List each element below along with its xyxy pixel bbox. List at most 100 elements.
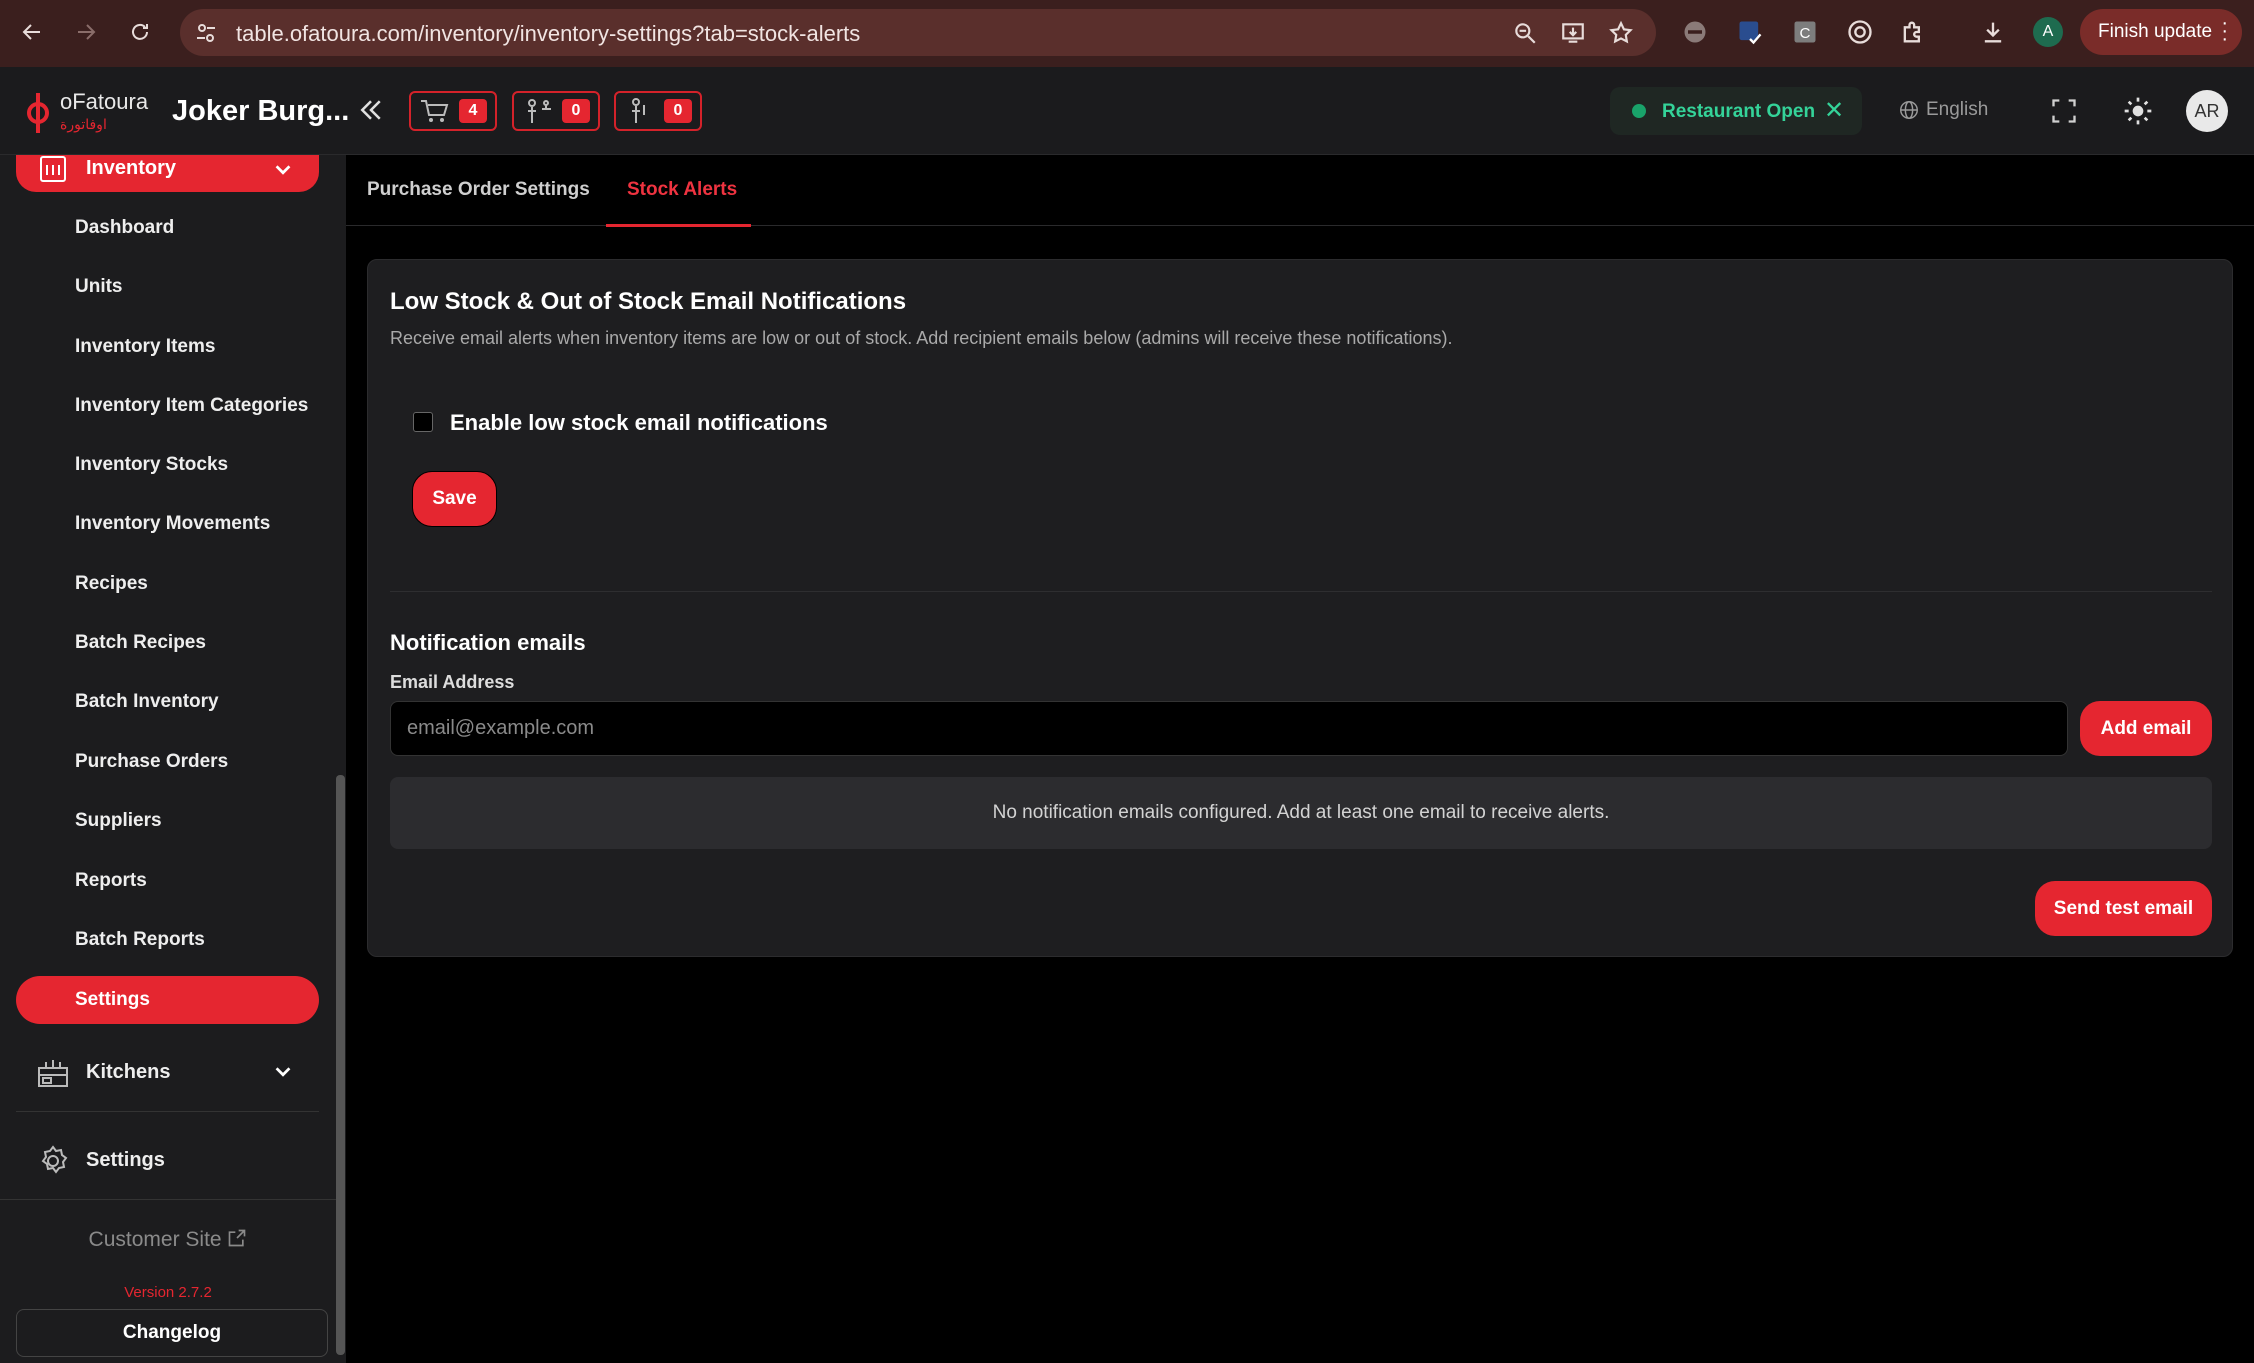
empty-emails-message: No notification emails configured. Add a… [390,777,2212,849]
address-bar[interactable]: table.ofatoura.com/inventory/inventory-s… [180,9,1656,56]
sidebar-item-inventory-movements[interactable]: Inventory Movements [75,513,270,535]
browser-chrome: table.ofatoura.com/inventory/inventory-s… [0,0,2254,67]
sidebar-group-inventory[interactable]: Inventory [16,155,319,192]
kitchen-icon [38,1060,68,1087]
sidebar-item-inventory-item-categories[interactable]: Inventory Item Categories [75,395,308,417]
language-label: English [1926,99,1989,120]
extension-blocker-icon[interactable] [1678,15,1712,49]
sidebar-item-batch-reports[interactable]: Batch Reports [75,929,205,951]
enable-notifications-label[interactable]: Enable low stock email notifications [450,410,828,436]
sidebar-item-suppliers[interactable]: Suppliers [75,810,162,832]
customer-site-label: Customer Site [88,1228,222,1251]
sidebar-item-units[interactable]: Units [75,276,123,298]
language-selector[interactable]: English [1898,99,1988,121]
cart-icon [421,100,449,122]
forward-button[interactable] [68,14,104,50]
url-text[interactable]: table.ofatoura.com/inventory/inventory-s… [236,21,860,47]
chevron-down-icon [275,165,291,175]
restaurant-status-badge[interactable]: Restaurant Open ✕ [1610,87,1862,135]
extensions-puzzle-icon[interactable] [1896,15,1930,49]
extension-c-icon[interactable]: C [1788,15,1822,49]
notification-emails-title: Notification emails [390,630,586,655]
site-settings-icon[interactable] [194,21,218,45]
waiter-icon [528,99,551,123]
calendar-icon [40,156,66,182]
sidebar-item-inventory-stocks[interactable]: Inventory Stocks [75,454,228,476]
sidebar: Inventory Dashboard Units Inventory Item… [0,155,346,1363]
orders-counter[interactable]: 4 [409,91,497,131]
downloads-icon[interactable] [1976,15,2010,49]
sidebar-group-label: Inventory [86,157,177,179]
sidebar-item-settings[interactable]: Settings [16,1136,319,1184]
globe-icon [1900,101,1918,119]
card-divider [390,591,2212,592]
send-test-email-button[interactable]: Send test email [2035,881,2212,936]
forward-arrow-icon [78,24,96,40]
app-header: oFatoura اوفاتورة Joker Burg... 4 0 0 Re… [0,67,2254,155]
status-dot [1632,104,1646,118]
status-label: Restaurant Open [1662,101,1816,122]
zoom-icon[interactable] [1512,20,1538,46]
active-tab-indicator [606,224,751,227]
version-label: Version 2.7.2 [124,1284,212,1301]
orders-count: 4 [459,99,487,123]
reload-icon [132,23,148,40]
back-arrow-icon [22,24,40,40]
svg-text:C: C [1800,25,1811,42]
enable-notifications-checkbox[interactable] [413,412,433,432]
bill-requests-counter[interactable]: 0 [614,91,702,131]
browser-profile-avatar[interactable]: A [2033,17,2063,47]
changelog-button[interactable]: Changelog [16,1309,328,1357]
email-address-label: Email Address [390,672,515,692]
sidebar-divider [16,1111,319,1112]
install-app-icon[interactable] [1560,20,1586,46]
sidebar-item-purchase-orders[interactable]: Purchase Orders [75,751,228,773]
ofatoura-logo: oFatoura اوفاتورة [27,89,149,133]
customer-site-link[interactable]: Customer Site [0,1228,336,1252]
save-button[interactable]: Save [412,471,497,527]
external-link-icon [229,1229,246,1247]
sun-icon[interactable] [2122,95,2154,127]
kebab-menu-icon[interactable]: · · · [2221,13,2228,49]
collapse-sidebar-icon[interactable] [356,95,386,125]
sidebar-item-label: Settings [75,989,150,1010]
extension-html-validator-icon[interactable] [1733,15,1767,49]
svg-text:oFatoura: oFatoura [60,89,149,114]
close-restaurant-icon[interactable]: ✕ [1824,96,1844,125]
gear-icon [41,1145,68,1174]
sidebar-item-inventory-items[interactable]: Inventory Items [75,336,215,358]
waiter-calls-counter[interactable]: 0 [512,91,600,131]
stock-alerts-card: Low Stock & Out of Stock Email Notificat… [367,259,2233,957]
tab-purchase-order-settings[interactable]: Purchase Order Settings [367,179,590,201]
tab-stock-alerts[interactable]: Stock Alerts [627,179,737,201]
user-avatar[interactable]: AR [2186,90,2228,132]
bookmark-star-icon[interactable] [1608,20,1634,46]
sidebar-scrollbar[interactable] [336,775,345,1355]
waiter-calls-count: 0 [562,99,590,123]
card-title: Low Stock & Out of Stock Email Notificat… [390,288,907,315]
svg-text:اوفاتورة: اوفاتورة [60,117,107,133]
finish-update-button[interactable]: Finish update · · · [2080,9,2242,55]
restaurant-name: Joker Burg... [172,95,350,127]
sidebar-divider [0,1199,336,1200]
sidebar-item-reports[interactable]: Reports [75,870,147,892]
sidebar-group-label: Kitchens [86,1061,171,1083]
add-email-button[interactable]: Add email [2080,701,2212,756]
chevron-down-icon [275,1067,291,1077]
sidebar-group-kitchens[interactable]: Kitchens [16,1048,319,1096]
email-input[interactable] [390,701,2068,756]
reload-button[interactable] [122,14,158,50]
person-icon [632,98,645,123]
sidebar-item-recipes[interactable]: Recipes [75,573,148,595]
sidebar-item-batch-recipes[interactable]: Batch Recipes [75,632,206,654]
sidebar-item-inventory-settings[interactable]: Settings [16,976,319,1024]
extension-target-icon[interactable] [1843,15,1877,49]
bill-requests-count: 0 [664,99,692,123]
card-description: Receive email alerts when inventory item… [390,328,1453,348]
back-button[interactable] [14,14,50,50]
fullscreen-icon[interactable] [2050,97,2078,125]
sidebar-item-batch-inventory[interactable]: Batch Inventory [75,691,219,713]
settings-tabs: Purchase Order Settings Stock Alerts [346,155,2254,226]
finish-update-label: Finish update [2098,21,2213,42]
sidebar-item-dashboard[interactable]: Dashboard [75,217,174,239]
